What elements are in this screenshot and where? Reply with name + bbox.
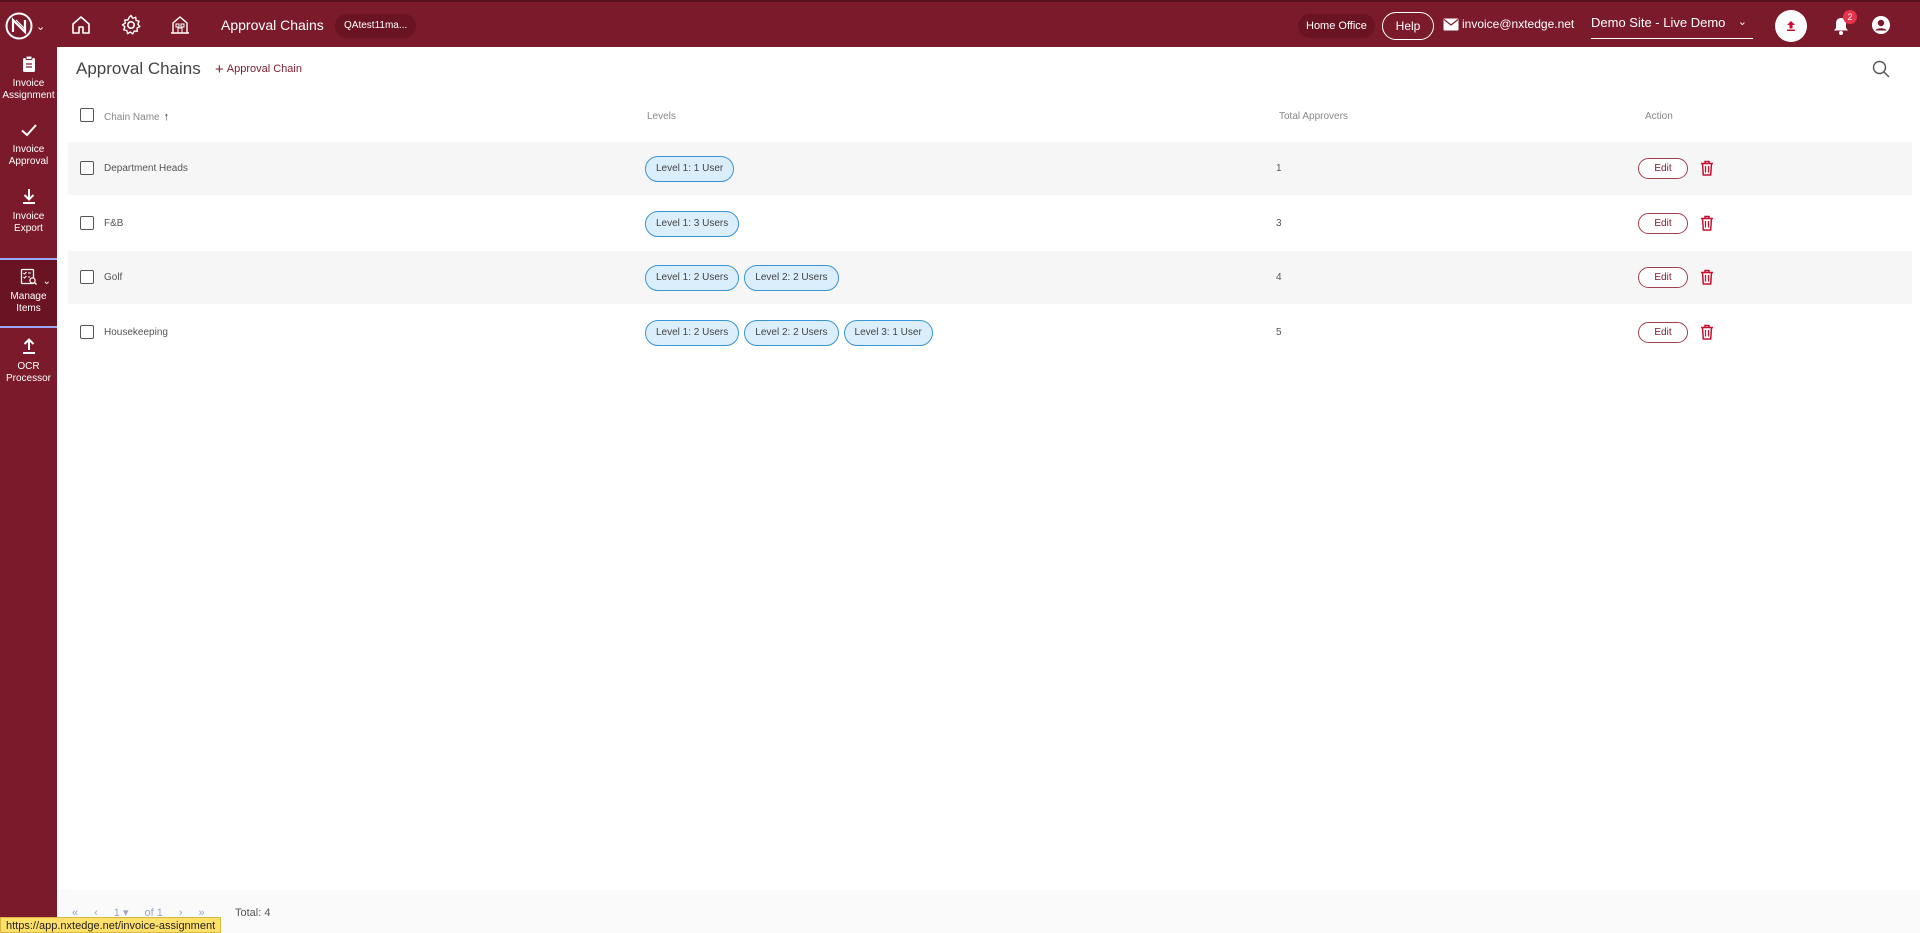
level-pill: Level 2: 2 Users (744, 265, 839, 291)
chevron-down-icon: ⌄ (42, 276, 51, 287)
row-checkbox[interactable] (80, 325, 94, 339)
top-bar: ⌄ Approval Chains QAtest11ma... Home Off… (0, 0, 1920, 47)
row-checkbox[interactable] (80, 270, 94, 284)
search-icon[interactable] (1871, 59, 1891, 79)
column-header-total-approvers: Total Approvers (1279, 111, 1348, 122)
column-header-levels: Levels (647, 111, 676, 122)
upload-icon (22, 338, 35, 354)
select-all-checkbox[interactable] (80, 108, 94, 122)
chain-name: F&B (104, 218, 124, 229)
edit-button[interactable]: Edit (1638, 267, 1688, 288)
upload-icon (1787, 21, 1795, 31)
page-context-title: Approval Chains (221, 17, 324, 33)
sidebar-item-invoice-assignment[interactable]: Invoice Assignment (0, 55, 57, 102)
row-checkbox[interactable] (80, 216, 94, 230)
property-icon[interactable] (168, 13, 192, 37)
add-approval-chain-label: Approval Chain (226, 63, 302, 75)
help-button[interactable]: Help (1382, 12, 1434, 40)
site-select[interactable]: Demo Site - Live Demo ⌄ (1591, 15, 1753, 39)
home-icon[interactable] (69, 13, 93, 37)
chevron-down-icon: ⌄ (36, 20, 46, 33)
email-text: invoice@nxtedge.net (1462, 17, 1575, 31)
site-select-value: Demo Site - Live Demo (1591, 15, 1726, 30)
column-header-chain-name[interactable]: Chain Name ↑ (104, 111, 169, 123)
add-approval-chain-button[interactable]: + Approval Chain (215, 60, 302, 78)
total-count: Total: 4 (235, 907, 271, 919)
sidebar-item-label: Manage (10, 291, 47, 302)
table-row[interactable]: Housekeeping Level 1: 2 Users Level 2: 2… (68, 306, 1912, 359)
home-office-chip[interactable]: Home Office (1298, 14, 1375, 38)
manage-items-icon (20, 268, 37, 285)
sidebar: Invoice Assignment Invoice Approval Invo… (0, 47, 57, 933)
total-approvers: 4 (1276, 272, 1282, 283)
row-checkbox[interactable] (80, 161, 94, 175)
sidebar-item-label: Processor (5, 373, 51, 384)
check-icon (20, 124, 37, 137)
trash-icon[interactable] (1700, 324, 1714, 340)
levels-cell: Level 1: 1 User (645, 156, 735, 182)
total-approvers: 3 (1276, 218, 1282, 229)
sidebar-item-label: Items (16, 303, 41, 314)
table-header: Chain Name ↑ Levels Total Approvers Actio… (68, 100, 1912, 132)
sidebar-item-label: Assignment (2, 90, 55, 101)
mail-icon (1443, 18, 1459, 30)
download-icon (22, 189, 35, 204)
user-chip[interactable]: QAtest11ma... (335, 14, 417, 38)
sidebar-item-invoice-export[interactable]: Invoice Export (0, 188, 57, 235)
column-header-label: Chain Name (104, 112, 160, 123)
table-row[interactable]: Department Heads Level 1: 1 User 1 Edit (68, 142, 1912, 195)
app-logo-menu[interactable]: ⌄ (5, 11, 49, 41)
pagination-bar (57, 890, 1920, 933)
notification-badge: 2 (1843, 10, 1857, 24)
invoice-email-link[interactable]: invoice@nxtedge.net (1443, 17, 1574, 31)
chain-name: Golf (104, 272, 123, 283)
edit-button[interactable]: Edit (1638, 322, 1688, 343)
levels-cell: Level 1: 3 Users (645, 211, 740, 237)
sidebar-item-label: OCR (17, 361, 40, 372)
table-row[interactable]: F&B Level 1: 3 Users 3 Edit (68, 197, 1912, 250)
level-pill: Level 2: 2 Users (744, 320, 839, 346)
sort-ascending-icon: ↑ (163, 111, 170, 123)
total-approvers: 5 (1276, 327, 1282, 338)
chain-name: Department Heads (104, 163, 188, 174)
trash-icon[interactable] (1700, 269, 1714, 285)
chain-name: Housekeeping (104, 327, 168, 338)
total-approvers: 1 (1276, 163, 1282, 174)
status-bar-url: https://app.nxtedge.net/invoice-assignme… (0, 917, 222, 933)
level-pill: Level 1: 3 Users (645, 211, 740, 237)
level-pill: Level 1: 1 User (645, 156, 735, 182)
level-pill: Level 3: 1 User (843, 320, 933, 346)
table-row[interactable]: Golf Level 1: 2 Users Level 2: 2 Users 4… (68, 251, 1912, 304)
level-pill: Level 1: 2 Users (645, 265, 740, 291)
clipboard-icon (22, 55, 35, 72)
gear-icon[interactable] (119, 13, 143, 37)
sidebar-item-invoice-approval[interactable]: Invoice Approval (0, 121, 57, 168)
edit-button[interactable]: Edit (1638, 213, 1688, 234)
sidebar-item-label: Approval (8, 156, 49, 167)
sidebar-item-label: Invoice (12, 211, 45, 222)
column-header-action: Action (1645, 111, 1673, 122)
sidebar-item-label: Invoice (12, 144, 45, 155)
levels-cell: Level 1: 2 Users Level 2: 2 Users Level … (645, 320, 933, 346)
page-title: Approval Chains (76, 59, 201, 78)
sidebar-item-label: Export (14, 223, 43, 234)
account-icon[interactable] (1871, 15, 1891, 35)
upload-button[interactable] (1775, 10, 1807, 42)
sidebar-item-label: Invoice (12, 78, 45, 89)
chevron-down-icon: ⌄ (1737, 16, 1747, 28)
edit-button[interactable]: Edit (1638, 158, 1688, 179)
levels-cell: Level 1: 2 Users Level 2: 2 Users (645, 265, 839, 291)
logo-icon (5, 12, 33, 40)
trash-icon[interactable] (1700, 160, 1714, 176)
trash-icon[interactable] (1700, 215, 1714, 231)
level-pill: Level 1: 2 Users (645, 320, 740, 346)
plus-icon: + (215, 60, 224, 78)
sidebar-item-ocr-processor[interactable]: OCR Processor (0, 338, 57, 385)
sidebar-item-manage-items[interactable]: Manage Items ⌄ (0, 258, 57, 328)
